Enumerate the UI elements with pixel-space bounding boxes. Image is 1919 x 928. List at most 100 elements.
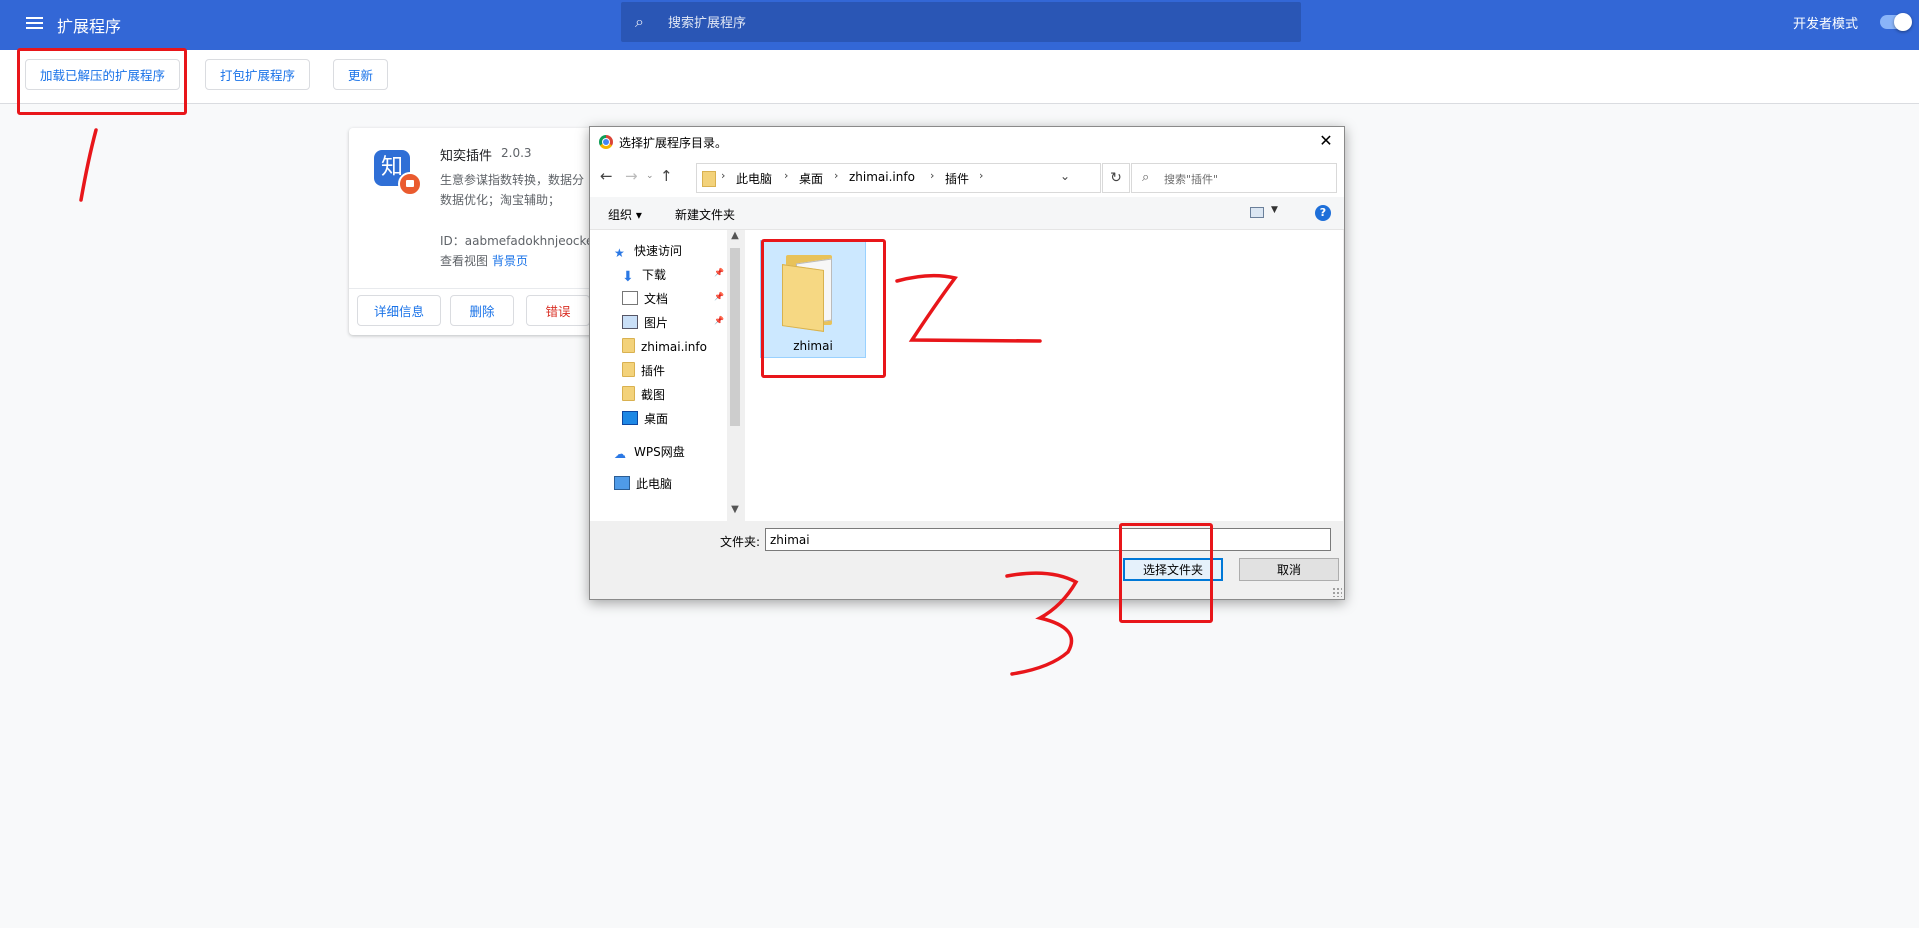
folder-item-label: zhimai (793, 339, 833, 353)
background-page-link[interactable]: 背景页 (492, 254, 528, 268)
scroll-down-icon[interactable]: ▼ (727, 504, 743, 520)
navigation-pane: ★ 快速访问 ⬇ 下载 📌 文档 📌 图片 📌 zhimai.info 插件 截图 … (590, 230, 727, 521)
update-button[interactable]: 更新 (333, 59, 389, 90)
recent-dropdown-icon[interactable]: ⌄ (646, 171, 654, 181)
nav-pictures[interactable]: 图片 (622, 314, 668, 336)
address-bar[interactable]: › 此电脑 › 桌面 › zhimai.info › 插件 › ⌄ (696, 163, 1101, 193)
divider (349, 288, 629, 289)
search-icon: ⌕ (635, 12, 644, 31)
folder-icon (622, 386, 635, 401)
back-arrow-icon[interactable]: ← (600, 167, 613, 185)
select-folder-dialog: 选择扩展程序目录。 ✕ ← → ⌄ ↑ › 此电脑 › 桌面 › zhimai.… (589, 126, 1345, 600)
load-unpacked-button[interactable]: 加载已解压的扩展程序 (25, 59, 181, 90)
chevron-down-icon[interactable]: ⌄ (1060, 169, 1070, 183)
folder-field-label: 文件夹: (720, 535, 761, 549)
extension-version: 2.0.3 (501, 146, 532, 160)
toolbar: 加载已解压的扩展程序 打包扩展程序 更新 (0, 50, 1919, 104)
nav-label: 插件 (641, 364, 666, 378)
folder-icon (782, 249, 842, 332)
search-input[interactable] (666, 2, 1290, 44)
pack-extension-button[interactable]: 打包扩展程序 (205, 59, 311, 90)
dialog-footer: 文件夹: 选择文件夹 取消 (590, 521, 1344, 599)
nav-label: 此电脑 (636, 477, 673, 491)
nav-documents[interactable]: 文档 (622, 290, 668, 312)
extension-badge-icon (398, 172, 422, 196)
step-1-mark (79, 128, 98, 202)
cloud-icon: ☁ (614, 447, 626, 461)
help-icon[interactable]: ? (1315, 205, 1331, 221)
menu-icon[interactable] (24, 14, 46, 36)
view-options-icon[interactable] (1250, 207, 1264, 218)
chevron-right-icon: › (834, 169, 839, 182)
computer-icon (614, 476, 630, 490)
search-icon: ⌕ (1142, 170, 1150, 185)
folder-search[interactable]: ⌕ (1131, 163, 1337, 193)
desktop-icon (622, 411, 638, 425)
star-icon: ★ (614, 246, 625, 260)
nav-this-pc[interactable]: 此电脑 (614, 475, 672, 497)
dialog-title: 选择扩展程序目录。 (619, 136, 728, 150)
toggle-knob (1894, 13, 1912, 31)
extensions-search[interactable]: ⌕ (621, 2, 1301, 44)
nav-label: 文档 (644, 292, 669, 306)
close-icon[interactable]: ✕ (1314, 129, 1338, 153)
view-dropdown-icon[interactable]: ▼ (1271, 205, 1278, 215)
command-bar: 组织 ▾ 新建文件夹 ▼ ? (590, 197, 1344, 230)
nav-wps-cloud[interactable]: ☁ WPS网盘 (614, 443, 685, 465)
nav-zhimai-info[interactable]: zhimai.info (622, 338, 707, 360)
scroll-thumb[interactable] (730, 248, 740, 426)
organize-menu[interactable]: 组织 ▾ (608, 206, 642, 223)
inspect-views-label: 查看视图 (440, 254, 489, 268)
breadcrumb-this-pc[interactable]: 此电脑 (736, 170, 772, 187)
nav-plugins[interactable]: 插件 (622, 362, 665, 384)
nav-quick-access[interactable]: ★ 快速访问 (614, 242, 682, 264)
pin-icon: 📌 (714, 268, 724, 277)
errors-button[interactable]: 错误 (526, 295, 590, 326)
nav-label: 快速访问 (634, 244, 683, 258)
dialog-titlebar: 选择扩展程序目录。 ✕ (590, 127, 1344, 157)
remove-button[interactable]: 删除 (450, 295, 514, 326)
nav-label: 下载 (642, 268, 667, 282)
download-icon: ⬇ (622, 269, 634, 285)
pin-icon: 📌 (714, 316, 724, 325)
folder-item-zhimai[interactable]: zhimai (760, 240, 866, 358)
folder-search-input[interactable] (1162, 168, 1334, 190)
extension-card: 知 知奕插件 2.0.3 生意参谋指数转换，数据分 数据优化；淘宝辅助； ID：… (349, 128, 629, 335)
extension-id: ID：aabmefadokhnjeocke (440, 234, 594, 248)
picture-icon (622, 315, 638, 329)
dev-mode-label: 开发者模式 (1793, 17, 1859, 32)
breadcrumb-plugins[interactable]: 插件 (945, 170, 969, 187)
breadcrumb-desktop[interactable]: 桌面 (799, 170, 823, 187)
chevron-right-icon: › (784, 169, 789, 182)
dev-mode-toggle[interactable] (1880, 13, 1912, 31)
chevron-right-icon: › (721, 169, 726, 182)
nav-label: 图片 (644, 316, 669, 330)
cancel-button[interactable]: 取消 (1239, 558, 1339, 581)
nav-scrollbar[interactable]: ▲ ▼ (727, 230, 743, 521)
folder-icon (622, 362, 635, 377)
breadcrumb-zhimai-info[interactable]: zhimai.info (849, 170, 915, 184)
top-header: 扩展程序 ⌕ 开发者模式 (0, 0, 1919, 50)
folder-icon (702, 171, 716, 187)
forward-arrow-icon[interactable]: → (625, 167, 638, 185)
nav-label: 桌面 (644, 412, 669, 426)
up-arrow-icon[interactable]: ↑ (660, 167, 673, 185)
nav-downloads[interactable]: ⬇ 下载 (622, 266, 666, 288)
nav-label: 截图 (641, 388, 666, 402)
refresh-icon[interactable]: ↻ (1102, 163, 1130, 193)
select-folder-button[interactable]: 选择文件夹 (1123, 558, 1223, 581)
new-folder-button[interactable]: 新建文件夹 (675, 206, 735, 223)
scroll-up-icon[interactable]: ▲ (727, 230, 743, 246)
page-title: 扩展程序 (57, 17, 122, 36)
chevron-right-icon: › (979, 169, 984, 182)
nav-desktop[interactable]: 桌面 (622, 410, 668, 432)
resize-grip-icon[interactable] (1332, 587, 1342, 597)
details-button[interactable]: 详细信息 (357, 295, 441, 326)
nav-label: zhimai.info (641, 340, 707, 354)
file-list: zhimai (745, 230, 1343, 521)
folder-name-field[interactable] (765, 528, 1331, 551)
navigation-row: ← → ⌄ ↑ › 此电脑 › 桌面 › zhimai.info › 插件 › … (590, 157, 1344, 197)
chevron-right-icon: › (930, 169, 935, 182)
nav-screenshots[interactable]: 截图 (622, 386, 665, 408)
chrome-icon (599, 135, 613, 149)
